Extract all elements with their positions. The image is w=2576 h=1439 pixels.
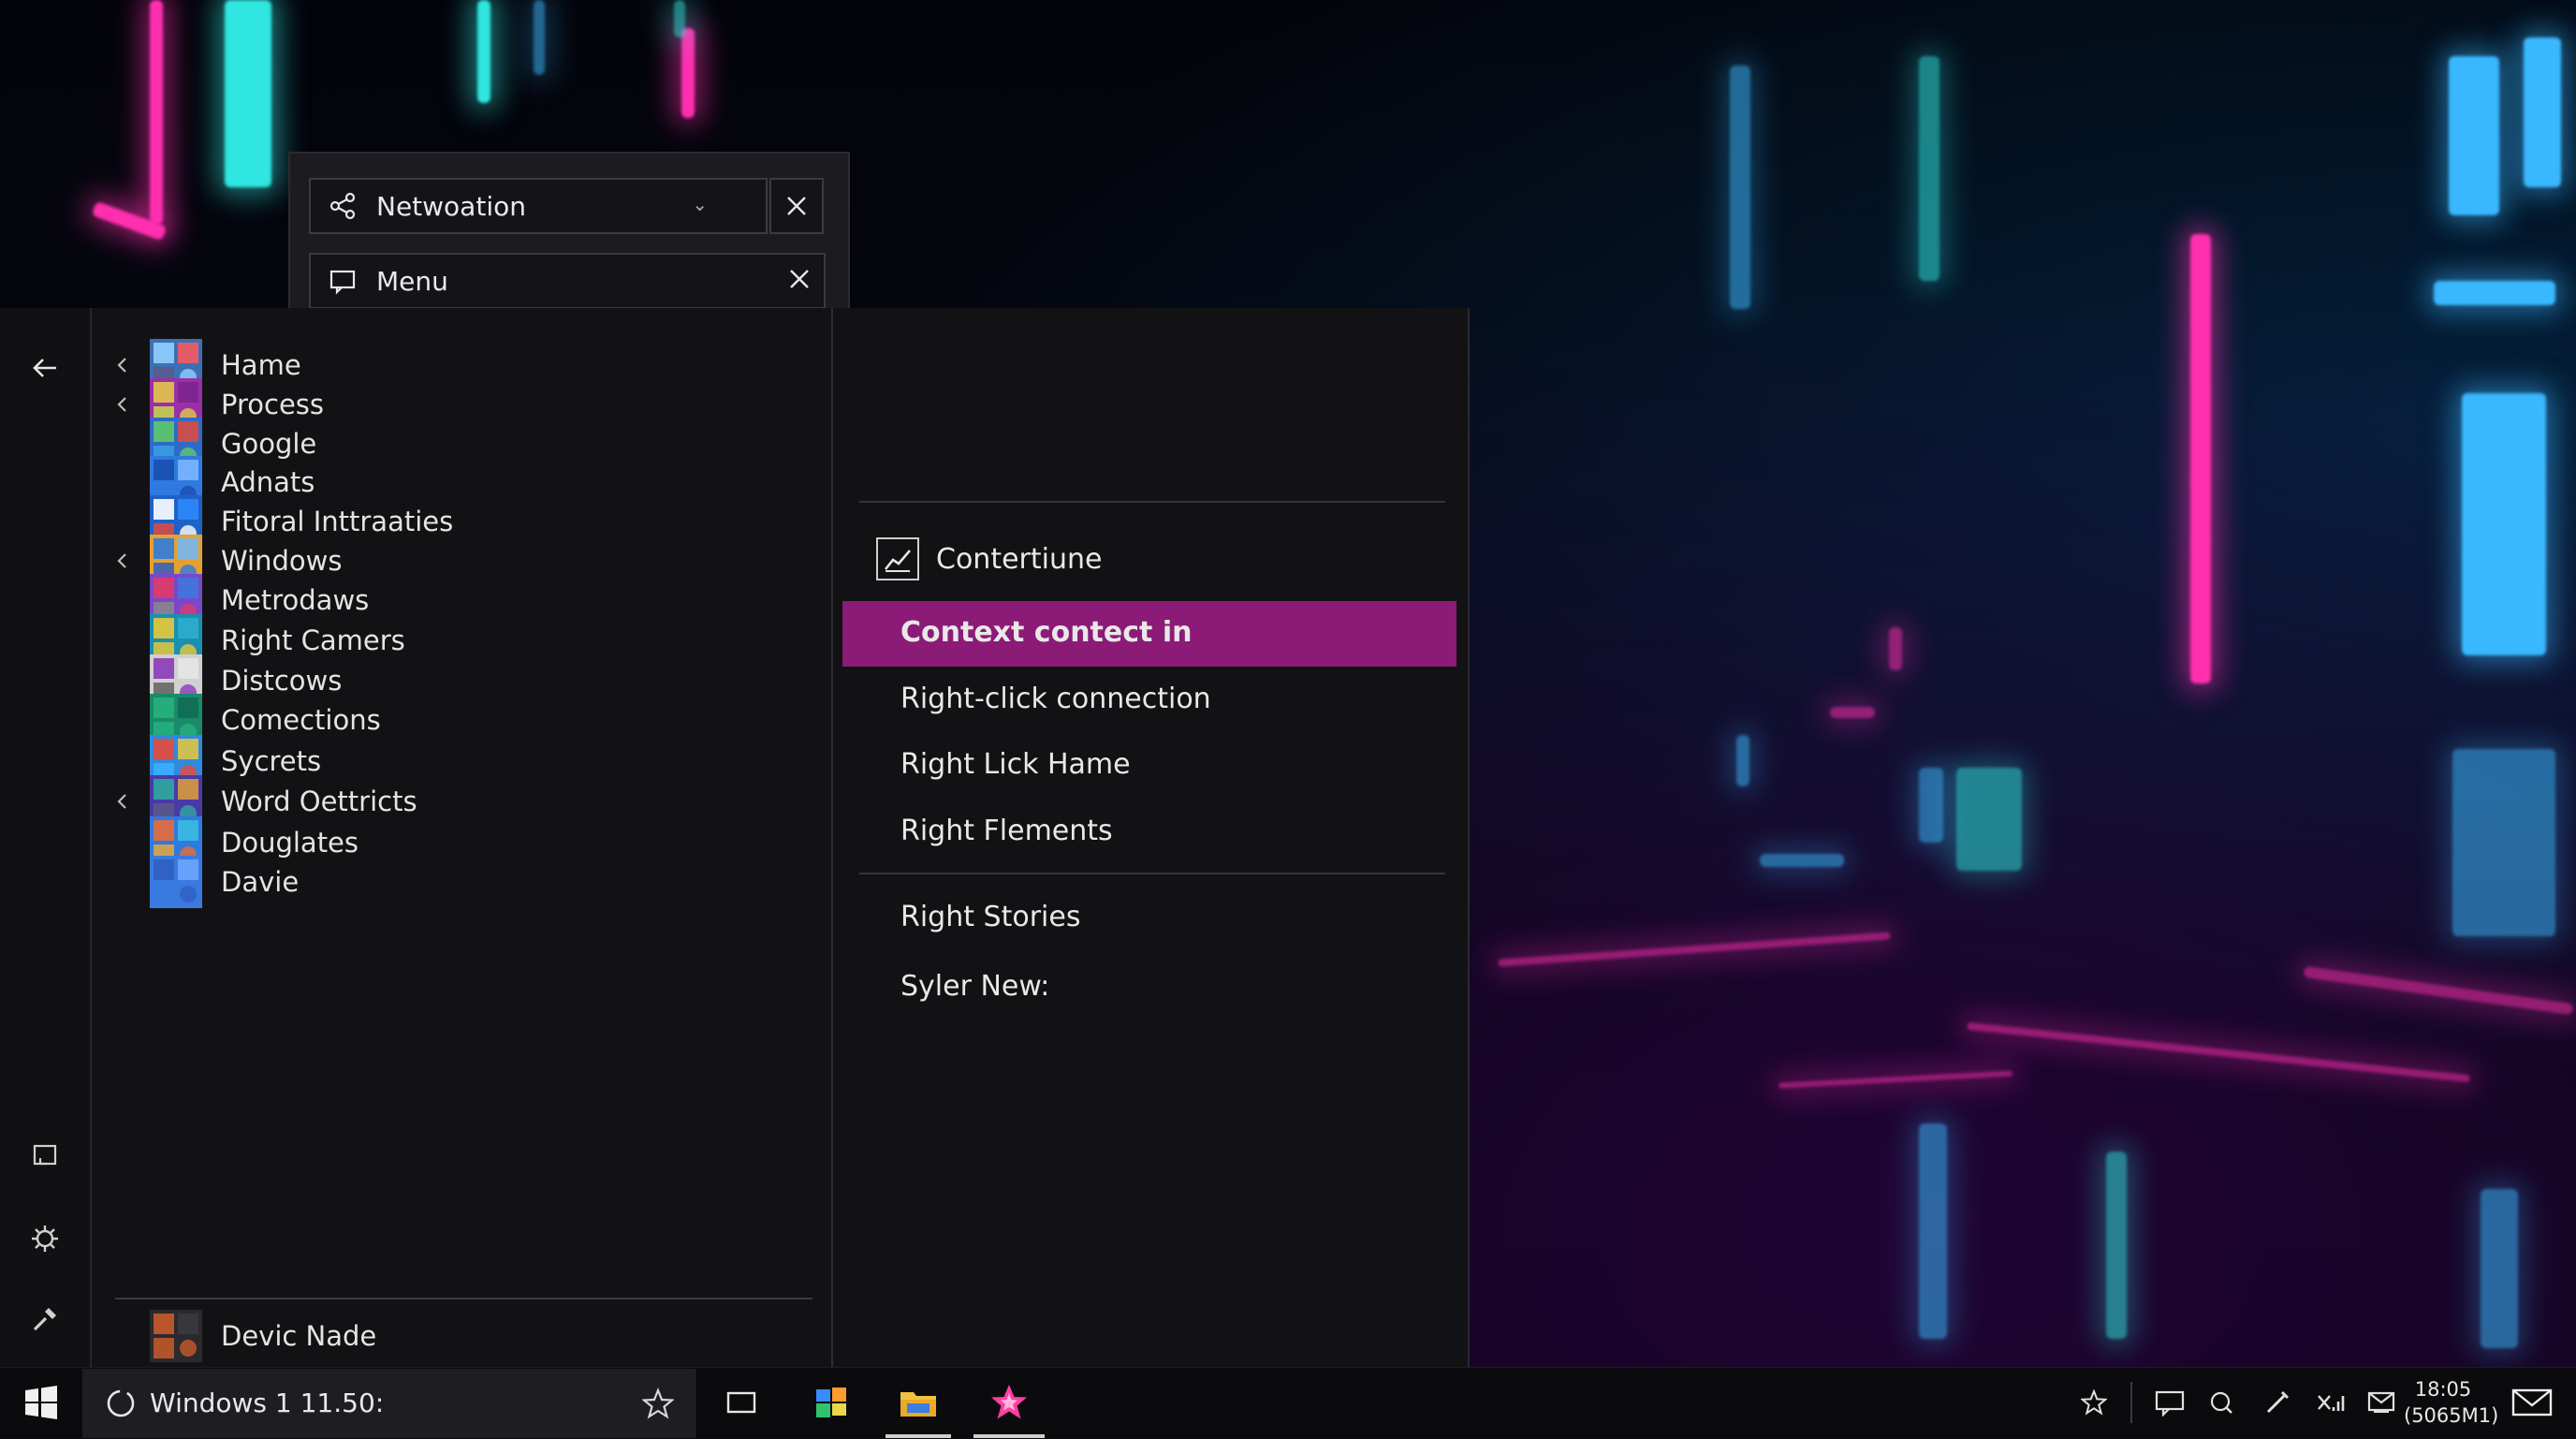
app-list-item-label: Devic Nade	[221, 1320, 377, 1352]
task-view-icon	[726, 1391, 756, 1414]
tray-message-button[interactable]	[2359, 1367, 2406, 1438]
taskbar-search-text: Windows 1 11.50:	[150, 1388, 385, 1418]
pen-icon	[2266, 1390, 2290, 1414]
settings-button[interactable]	[22, 1216, 67, 1261]
app-list-item[interactable]: Devic Nade	[92, 1303, 831, 1369]
cortana-circle-icon	[105, 1388, 137, 1423]
back-arrow-icon	[33, 359, 56, 377]
envelope-display-icon	[2367, 1391, 2395, 1413]
close-icon	[771, 180, 822, 232]
taskbar-file-explorer[interactable]	[886, 1367, 951, 1438]
davie-icon	[150, 856, 202, 908]
documents-button[interactable]	[22, 1134, 67, 1179]
mail-icon	[2511, 1388, 2553, 1417]
notification-button[interactable]	[2499, 1367, 2565, 1438]
context-menu-item[interactable]: Right-click connection	[900, 683, 1211, 715]
folder-icon	[900, 1392, 936, 1417]
context-menu-item[interactable]: Syler New:	[900, 970, 1049, 1003]
context-menu-item[interactable]: Right Stories	[900, 901, 1080, 933]
wrench-icon	[33, 1308, 56, 1331]
document-icon	[33, 1144, 57, 1166]
tools-button[interactable]	[22, 1297, 67, 1342]
app-list-divider	[115, 1298, 812, 1300]
start-rail	[0, 308, 92, 1367]
chart-icon	[876, 537, 919, 580]
network-close-button[interactable]	[769, 178, 824, 234]
app-list: Hame Process Google Adnats Fitoral Inttraati…	[92, 308, 831, 1367]
tray-divider	[2130, 1382, 2132, 1423]
context-menu-divider	[859, 501, 1445, 503]
store-icon	[816, 1388, 846, 1417]
close-icon[interactable]	[788, 268, 811, 294]
start-button[interactable]	[0, 1367, 82, 1438]
star-icon[interactable]	[641, 1388, 675, 1423]
taskbar-star-app[interactable]	[973, 1367, 1045, 1438]
windows-logo-icon	[25, 1386, 57, 1419]
tray-network-button[interactable]	[2306, 1367, 2355, 1438]
chevron-down-icon[interactable]: ⌄	[692, 193, 708, 215]
menu-field[interactable]: Menu	[309, 253, 826, 309]
tray-star-button[interactable]	[2072, 1367, 2115, 1438]
devic-icon	[150, 1310, 202, 1362]
app-list-item[interactable]: Davie	[92, 849, 831, 915]
pink-star-icon	[991, 1385, 1027, 1419]
clock-date: (5065M1)	[2404, 1404, 2499, 1427]
active-indicator	[886, 1434, 951, 1438]
clock-time: 18:05	[2414, 1378, 2472, 1401]
context-menu-divider	[859, 873, 1445, 874]
star-icon	[2081, 1389, 2107, 1416]
tray-search-button[interactable]	[2198, 1367, 2245, 1438]
taskbar-search-box[interactable]: Windows 1 11.50:	[82, 1369, 695, 1438]
menu-field-label: Menu	[376, 265, 448, 297]
share-icon	[326, 189, 359, 223]
active-indicator	[973, 1434, 1045, 1438]
taskbar-app-store[interactable]	[798, 1367, 865, 1438]
network-disconnected-icon	[2318, 1395, 2345, 1411]
tray-pen-button[interactable]	[2254, 1367, 2301, 1438]
context-menu-item[interactable]: Right Flements	[900, 815, 1113, 847]
magnifier-icon	[2210, 1391, 2232, 1414]
network-field[interactable]: Netwoation ⌄	[309, 178, 768, 234]
context-menu-header: Contertiune	[936, 543, 1103, 576]
context-menu-item[interactable]: Right Lick Hame	[900, 748, 1131, 781]
window-icon	[326, 264, 359, 298]
display-icon	[2155, 1390, 2185, 1417]
back-button[interactable]	[22, 345, 67, 390]
context-menu-item[interactable]: Context contect in	[900, 616, 1192, 649]
app-list-item-label: Davie	[221, 866, 300, 898]
tray-display-button[interactable]	[2145, 1367, 2194, 1438]
network-field-label: Netwoation	[376, 190, 526, 222]
gear-icon	[32, 1226, 58, 1252]
clock[interactable]: 18:05 (5065M1)	[2404, 1376, 2499, 1429]
task-view-button[interactable]	[711, 1367, 771, 1438]
